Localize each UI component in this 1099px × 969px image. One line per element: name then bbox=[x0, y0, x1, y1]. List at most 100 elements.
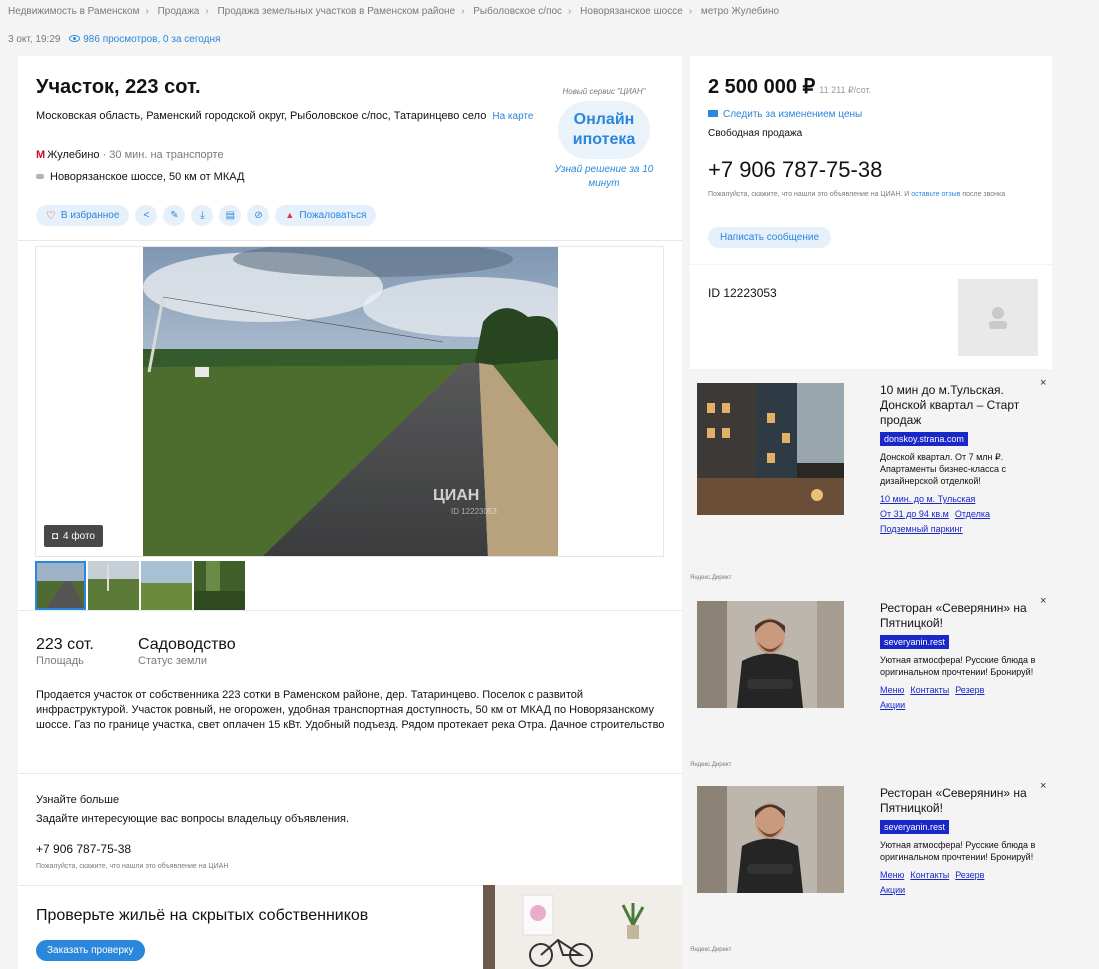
phone-note: Пожалуйста, скажите, что нашли это объяв… bbox=[36, 863, 229, 870]
ad-domain[interactable]: severyanin.rest bbox=[880, 635, 950, 649]
call-note: Пожалуйста, скажите, что нашли это объяв… bbox=[708, 190, 1038, 200]
report-button[interactable]: ▲ Пожаловаться bbox=[275, 204, 377, 226]
metro-name[interactable]: Жулебино bbox=[47, 149, 99, 161]
thumbnail[interactable] bbox=[88, 561, 139, 610]
ad-link[interactable]: Меню bbox=[880, 685, 904, 695]
ad-link[interactable]: Меню bbox=[880, 870, 904, 880]
promo-badge: Онлайн ипотека bbox=[558, 101, 650, 159]
views-counter[interactable]: 986 просмотров, 0 за сегодня bbox=[69, 34, 220, 45]
land-status-stat: Садоводство Статус земли bbox=[138, 636, 236, 667]
ad-headline[interactable]: Ресторан «Северянин» на Пятницкой! bbox=[880, 786, 1040, 816]
ad-body: Уютная атмосфера! Русские блюда в оригин… bbox=[880, 840, 1036, 862]
edit-button[interactable]: ✎ bbox=[163, 204, 186, 226]
favorite-button[interactable]: ♡ В избранное bbox=[36, 204, 130, 226]
thumbnail[interactable] bbox=[141, 561, 192, 610]
owner-phone[interactable]: +7 906 787-75-38 bbox=[36, 842, 131, 856]
ad-image[interactable] bbox=[697, 383, 844, 515]
ad-source: Яндекс.Директ bbox=[690, 947, 732, 953]
ad-body: Уютная атмосфера! Русские блюда в оригин… bbox=[880, 655, 1036, 677]
object-id: ID 12223053 bbox=[708, 286, 777, 300]
photo-count: 4 фото bbox=[63, 530, 95, 542]
ad-domain[interactable]: donskoy.strana.com bbox=[880, 432, 968, 446]
ad-links: Меню Контакты Резерв Акции bbox=[880, 868, 1040, 898]
publish-date: 3 окт, 19:29 bbox=[8, 34, 61, 45]
ad-body: Донской квартал. От 7 млн ₽. Апартаменты… bbox=[880, 452, 1007, 486]
chef-image bbox=[697, 786, 844, 893]
breadcrumb-item[interactable]: Недвижимость в Раменском bbox=[8, 6, 139, 17]
area-stat: 223 сот. Площадь bbox=[36, 636, 94, 667]
check-owners-title: Проверьте жильё на скрытых собственников bbox=[36, 907, 369, 924]
order-check-button[interactable]: Заказать проверку bbox=[36, 940, 145, 961]
breadcrumb-item[interactable]: Продажа земельных участков в Раменском р… bbox=[217, 6, 455, 17]
land-status-label: Статус земли bbox=[138, 655, 207, 667]
divider bbox=[18, 240, 682, 241]
share-button[interactable]: < bbox=[135, 204, 158, 226]
eye-icon bbox=[69, 35, 81, 42]
breadcrumb-item[interactable]: Рыболовское с/пос bbox=[473, 6, 562, 17]
ad-link[interactable]: 10 мин. до м. Тульская bbox=[880, 494, 975, 504]
area-label: Площадь bbox=[36, 655, 84, 667]
promo-line-1: Онлайн bbox=[573, 111, 635, 128]
review-link[interactable]: оставьте отзыв bbox=[911, 191, 960, 198]
ad-link[interactable]: Контакты bbox=[910, 870, 949, 880]
printer-icon: ▤ bbox=[225, 209, 236, 221]
download-button[interactable]: ⤓ bbox=[191, 204, 214, 226]
ad-link[interactable]: От 31 до 94 кв.м bbox=[880, 509, 949, 519]
map-link[interactable]: На карте bbox=[492, 111, 533, 122]
ad-text: Ресторан «Северянин» на Пятницкой! sever… bbox=[880, 786, 1040, 898]
heart-icon: ♡ bbox=[46, 209, 56, 222]
follow-price-link[interactable]: Следить за изменением цены bbox=[708, 109, 862, 120]
ad-image[interactable] bbox=[697, 601, 844, 708]
ad-link[interactable]: Отделка bbox=[955, 509, 990, 519]
pencil-icon: ✎ bbox=[170, 209, 179, 221]
ad-source: Яндекс.Директ bbox=[690, 575, 732, 581]
favorite-label: В избранное bbox=[60, 209, 120, 221]
thumbnail[interactable] bbox=[194, 561, 245, 610]
hide-button[interactable]: ⊘ bbox=[247, 204, 270, 226]
promo-link[interactable]: Узнай решение за 10 минут bbox=[552, 163, 656, 191]
ad-links: Меню Контакты Резерв Акции bbox=[880, 683, 1040, 713]
breadcrumb-item[interactable]: Новорязанское шоссе bbox=[580, 6, 683, 17]
ad-image[interactable] bbox=[697, 786, 844, 893]
ad-link[interactable]: Контакты bbox=[910, 685, 949, 695]
photo-gallery[interactable]: ЦИАН ID 12223053 ◘ 4 фото bbox=[35, 246, 664, 557]
print-button[interactable]: ▤ bbox=[219, 204, 242, 226]
room-illustration bbox=[483, 885, 682, 969]
write-message-button[interactable]: Написать сообщение bbox=[708, 227, 832, 248]
breadcrumb-separator: › bbox=[568, 6, 572, 17]
mortgage-promo[interactable]: Новый сервис "ЦИАН" Онлайн ипотека Узнай … bbox=[552, 86, 656, 191]
cian-watermark-id: ID 12223053 bbox=[451, 507, 497, 516]
highway-info: Новорязанское шоссе, 50 км от МКАД bbox=[36, 171, 244, 183]
description: Продается участок от собственника 223 со… bbox=[36, 689, 665, 731]
ad-link[interactable]: Акции bbox=[880, 885, 905, 895]
ad-links: 10 мин. до м. Тульская От 31 до 94 кв.м О… bbox=[880, 492, 1040, 537]
thumbnail-strip bbox=[35, 561, 245, 610]
area-value: 223 сот. bbox=[36, 636, 94, 653]
metro-icon: M bbox=[36, 149, 46, 161]
ad-link[interactable]: Резерв bbox=[955, 685, 984, 695]
ad-link[interactable]: Подземный паркинг bbox=[880, 524, 963, 534]
call-note-text: Пожалуйста, скажите, что нашли это объяв… bbox=[708, 191, 910, 198]
breadcrumb-item[interactable]: Продажа bbox=[158, 6, 200, 17]
close-icon[interactable]: × bbox=[1040, 780, 1046, 792]
ad-headline[interactable]: 10 мин до м.Тульская. Донской квартал – … bbox=[880, 383, 1040, 428]
main-photo[interactable]: ЦИАН ID 12223053 bbox=[143, 247, 558, 556]
seller-phone[interactable]: +7 906 787-75-38 bbox=[708, 157, 882, 183]
price: 2 500 000 ₽11 211 ₽/сот. bbox=[708, 74, 871, 99]
ad-headline[interactable]: Ресторан «Северянин» на Пятницкой! bbox=[880, 601, 1040, 631]
chef-image bbox=[697, 601, 844, 708]
metro-info: M Жулебино · 30 мин. на транспорте bbox=[36, 149, 224, 161]
ad-link[interactable]: Акции bbox=[880, 700, 905, 710]
close-icon[interactable]: × bbox=[1040, 377, 1046, 389]
ad-domain[interactable]: severyanin.rest bbox=[880, 820, 950, 834]
close-icon[interactable]: × bbox=[1040, 595, 1046, 607]
photo-count-badge[interactable]: ◘ 4 фото bbox=[44, 525, 103, 547]
ad-text: Ресторан «Северянин» на Пятницкой! sever… bbox=[880, 601, 1040, 713]
thumbnail[interactable] bbox=[35, 561, 86, 610]
ad-link[interactable]: Резерв bbox=[955, 870, 984, 880]
breadcrumb-item[interactable]: метро Жулебино bbox=[701, 6, 779, 17]
breadcrumb-separator: › bbox=[688, 6, 693, 17]
promo-caption: Новый сервис "ЦИАН" bbox=[562, 87, 646, 96]
avatar[interactable] bbox=[958, 279, 1038, 356]
highway-text: Новорязанское шоссе, 50 км от МКАД bbox=[50, 171, 245, 183]
